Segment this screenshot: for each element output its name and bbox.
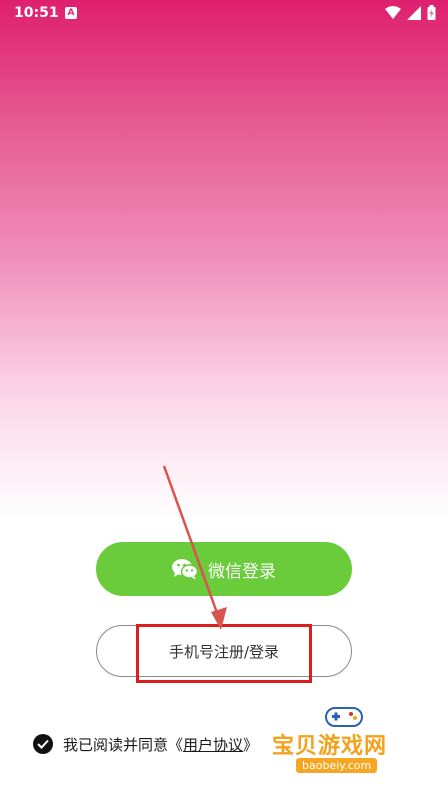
agreement-prefix: 我已阅读并同意 [63,735,169,754]
check-icon [37,739,49,749]
agreement-open-quote: 《 [168,735,184,754]
user-agreement-link[interactable]: 用户协议 [183,736,243,754]
agreement-close-quote: 》 [243,735,259,754]
agree-checkbox[interactable] [33,734,53,754]
header-gradient-background [0,0,448,520]
wifi-icon [385,5,401,19]
status-time: 10:51 [14,5,59,21]
phone-login-button[interactable]: 手机号注册/登录 [96,625,352,677]
phone-login-label: 手机号注册/登录 [168,642,280,661]
status-bar: 10:51 A [0,0,448,28]
agreement-text: 我已阅读并同意《用户协议》 [63,734,258,755]
status-icons [385,5,436,20]
battery-icon [427,5,436,20]
app-notification-icon: A [65,7,77,19]
gamepad-icon [325,707,363,727]
watermark-url: baobeiy.com [296,758,378,773]
wechat-login-button[interactable]: 微信登录 [96,542,352,596]
agreement-row: 我已阅读并同意《用户协议》 [33,732,433,756]
wechat-icon [172,559,198,580]
signal-icon [407,5,421,20]
wechat-login-label: 微信登录 [208,561,276,582]
